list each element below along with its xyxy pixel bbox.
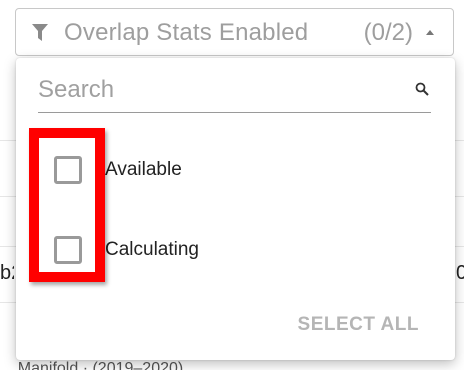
- filter-funnel-icon: [32, 24, 48, 41]
- overlap-stats-filter-button[interactable]: Overlap Stats Enabled (0/2): [15, 8, 454, 56]
- option-label: Calculating: [105, 239, 199, 260]
- table-cell-fragment: 0: [456, 262, 464, 284]
- table-cell-fragment: b2: [0, 262, 14, 284]
- table-cell-fragment: ... Manifold · (2019–2020) ...: [0, 360, 201, 370]
- select-all-button[interactable]: SELECT ALL: [298, 314, 419, 336]
- search-icon[interactable]: [415, 82, 429, 96]
- caret-up-icon[interactable]: [426, 30, 434, 35]
- option-label: Available: [105, 159, 182, 180]
- screen: b2 0 ... Manifold · (2019–2020) ... Over…: [0, 0, 464, 370]
- filter-label: Overlap Stats Enabled: [64, 19, 309, 46]
- search-field: [38, 72, 431, 113]
- highlight-annotation-box: [29, 128, 105, 282]
- filter-selected-count: (0/2): [363, 19, 413, 46]
- search-input[interactable]: [38, 72, 398, 108]
